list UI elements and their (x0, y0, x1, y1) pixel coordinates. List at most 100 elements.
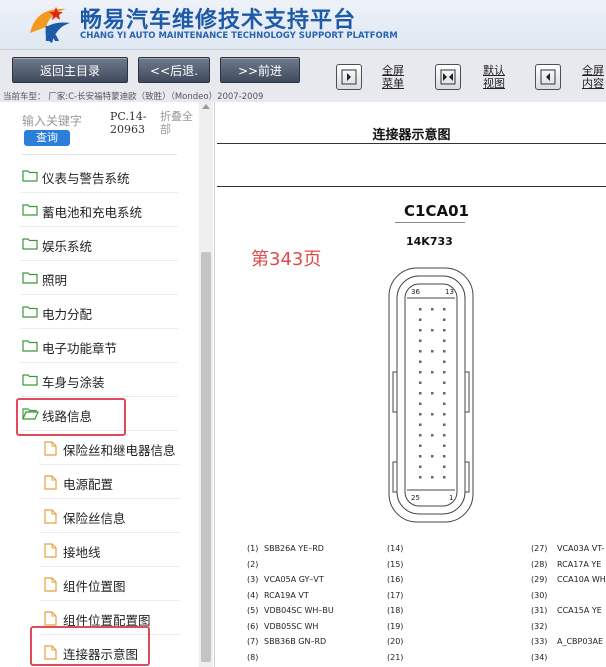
connector-pin (443, 434, 446, 437)
connector-pin (443, 360, 446, 363)
connector-pin (431, 476, 434, 479)
divider (217, 143, 606, 144)
pin-number: (17) (387, 590, 404, 600)
fullscreen-menu-button[interactable] (336, 64, 362, 90)
connector-pin (419, 392, 422, 395)
scroll-up-icon[interactable] (202, 104, 210, 109)
connector-pin (431, 392, 434, 395)
pin-number: (7) (247, 637, 259, 646)
connector-pin (431, 371, 434, 374)
pin-number: (15) (387, 559, 404, 569)
connector-pin (443, 413, 446, 416)
pin-circuit: VDB05SC WH (264, 621, 319, 631)
tree-item[interactable]: 保险丝信息 (40, 499, 180, 533)
connector-pin (419, 434, 422, 437)
connector-pin (443, 455, 446, 458)
tree-item[interactable]: 娱乐系统 (20, 227, 178, 261)
brand-logo-icon: R (30, 7, 70, 46)
forward-button[interactable]: >>前进 (220, 57, 300, 83)
tree-item-label: 电源配置 (63, 477, 114, 492)
connector-pin (419, 402, 422, 405)
tree-item-label: 保险丝和继电器信息 (63, 443, 176, 458)
connector-pin (419, 381, 422, 384)
tree-item[interactable]: 保险丝和继电器信息 (40, 431, 180, 465)
pin-number: (19) (387, 621, 404, 631)
connector-pin (443, 350, 446, 353)
scrollbar-thumb[interactable] (201, 252, 211, 662)
default-view-button[interactable] (435, 64, 461, 90)
connector-pin (443, 339, 446, 342)
pin-number: (5) (247, 606, 259, 615)
default-view-link[interactable]: 默认 视图 (483, 64, 505, 90)
pin-number: (4) (247, 590, 259, 600)
connector-pin (443, 381, 446, 384)
tree-item[interactable]: 电子功能章节 (20, 329, 178, 363)
tree-item[interactable]: 电力分配 (20, 295, 178, 329)
pin-number: (33) (531, 637, 548, 646)
page-number-note: 第343页 (251, 249, 322, 270)
connector-pin (419, 465, 422, 468)
connector-pin (419, 329, 422, 332)
pin-number: (31) (531, 606, 548, 615)
search-area: 输入关键字 查询 PC.14- 20963 折叠全 部 (22, 108, 202, 148)
brand-title: 畅易汽车维修技术支持平台 (80, 8, 357, 33)
pin-circuit: RCA19A VT (264, 590, 309, 600)
connector-pin (419, 455, 422, 458)
tree-item-label: 娱乐系统 (42, 239, 93, 254)
pin-number: (20) (387, 637, 404, 646)
collapse-left-icon (341, 69, 357, 85)
back-button[interactable]: <<后退. (138, 57, 210, 83)
tree-item[interactable]: 接地线 (40, 533, 180, 567)
folder-icon (22, 271, 38, 287)
tree-item[interactable]: 照明 (20, 261, 178, 295)
pin-label-13: 13 (445, 288, 454, 296)
connector-pin (419, 308, 422, 311)
divider (395, 222, 465, 223)
fullscreen-menu-link[interactable]: 全屏 菜单 (382, 64, 404, 90)
pin-number: (2) (247, 559, 259, 569)
home-button[interactable]: 返回主目录 (12, 57, 128, 83)
tree-item[interactable]: 车身与涂装 (20, 363, 178, 397)
tree-item-label: 蓄电池和充电系统 (42, 205, 143, 220)
folder-icon (22, 305, 38, 321)
pin-circuit: SBB36B GN–RD (264, 637, 327, 646)
tree-item[interactable]: 蓄电池和充电系统 (20, 193, 178, 227)
pin-number: (32) (531, 621, 548, 631)
current-vehicle-text: 当前车型： 厂家:C-长安福特蒙迪欧（致胜）（Mondeo）2007-2009 (3, 92, 264, 102)
connector-pin (419, 444, 422, 447)
connector-pin (431, 329, 434, 332)
pin-circuit: CCA15A YE (557, 606, 602, 615)
collapse-right-icon (540, 69, 556, 85)
tree-item-label: 接地线 (63, 545, 101, 560)
pin-number: (16) (387, 575, 404, 584)
tree-item-label: 电子功能章节 (42, 341, 118, 356)
document-title: 连接器示意图 (372, 128, 451, 143)
tree-item[interactable]: 组件位置图 (40, 567, 180, 601)
connector-pin (431, 350, 434, 353)
connector-pin (419, 360, 422, 363)
tree-item[interactable]: 电源配置 (40, 465, 180, 499)
connector-pin (419, 339, 422, 342)
pin-number: (14) (387, 544, 404, 553)
document-code: PC.14- 20963 (110, 110, 147, 136)
connector-pin (443, 371, 446, 374)
query-button[interactable]: 查询 (24, 130, 70, 146)
pin-number: (27) (531, 544, 548, 553)
tree-item-label: 车身与涂装 (42, 375, 105, 390)
document-icon (44, 577, 57, 595)
tree-item-label: 仪表与警告系统 (42, 171, 130, 186)
pin-number: (1) (247, 544, 259, 553)
pin-circuit: CCA10A WH (557, 575, 606, 584)
pin-number: (28) (531, 559, 548, 569)
connector-pin (431, 455, 434, 458)
search-input[interactable]: 输入关键字 (22, 112, 82, 129)
pin-number: (34) (531, 652, 548, 662)
fullscreen-content-link[interactable]: 全屏 内容 (582, 64, 604, 90)
fullscreen-content-button[interactable] (535, 64, 561, 90)
collapse-all-button[interactable]: 折叠全 部 (160, 110, 193, 136)
tree-item[interactable]: 仪表与警告系统 (20, 159, 178, 193)
pin-label-25: 25 (411, 494, 420, 502)
tree-item-label: 保险丝信息 (63, 511, 126, 526)
folder-icon (22, 373, 38, 389)
document-icon (44, 509, 57, 527)
